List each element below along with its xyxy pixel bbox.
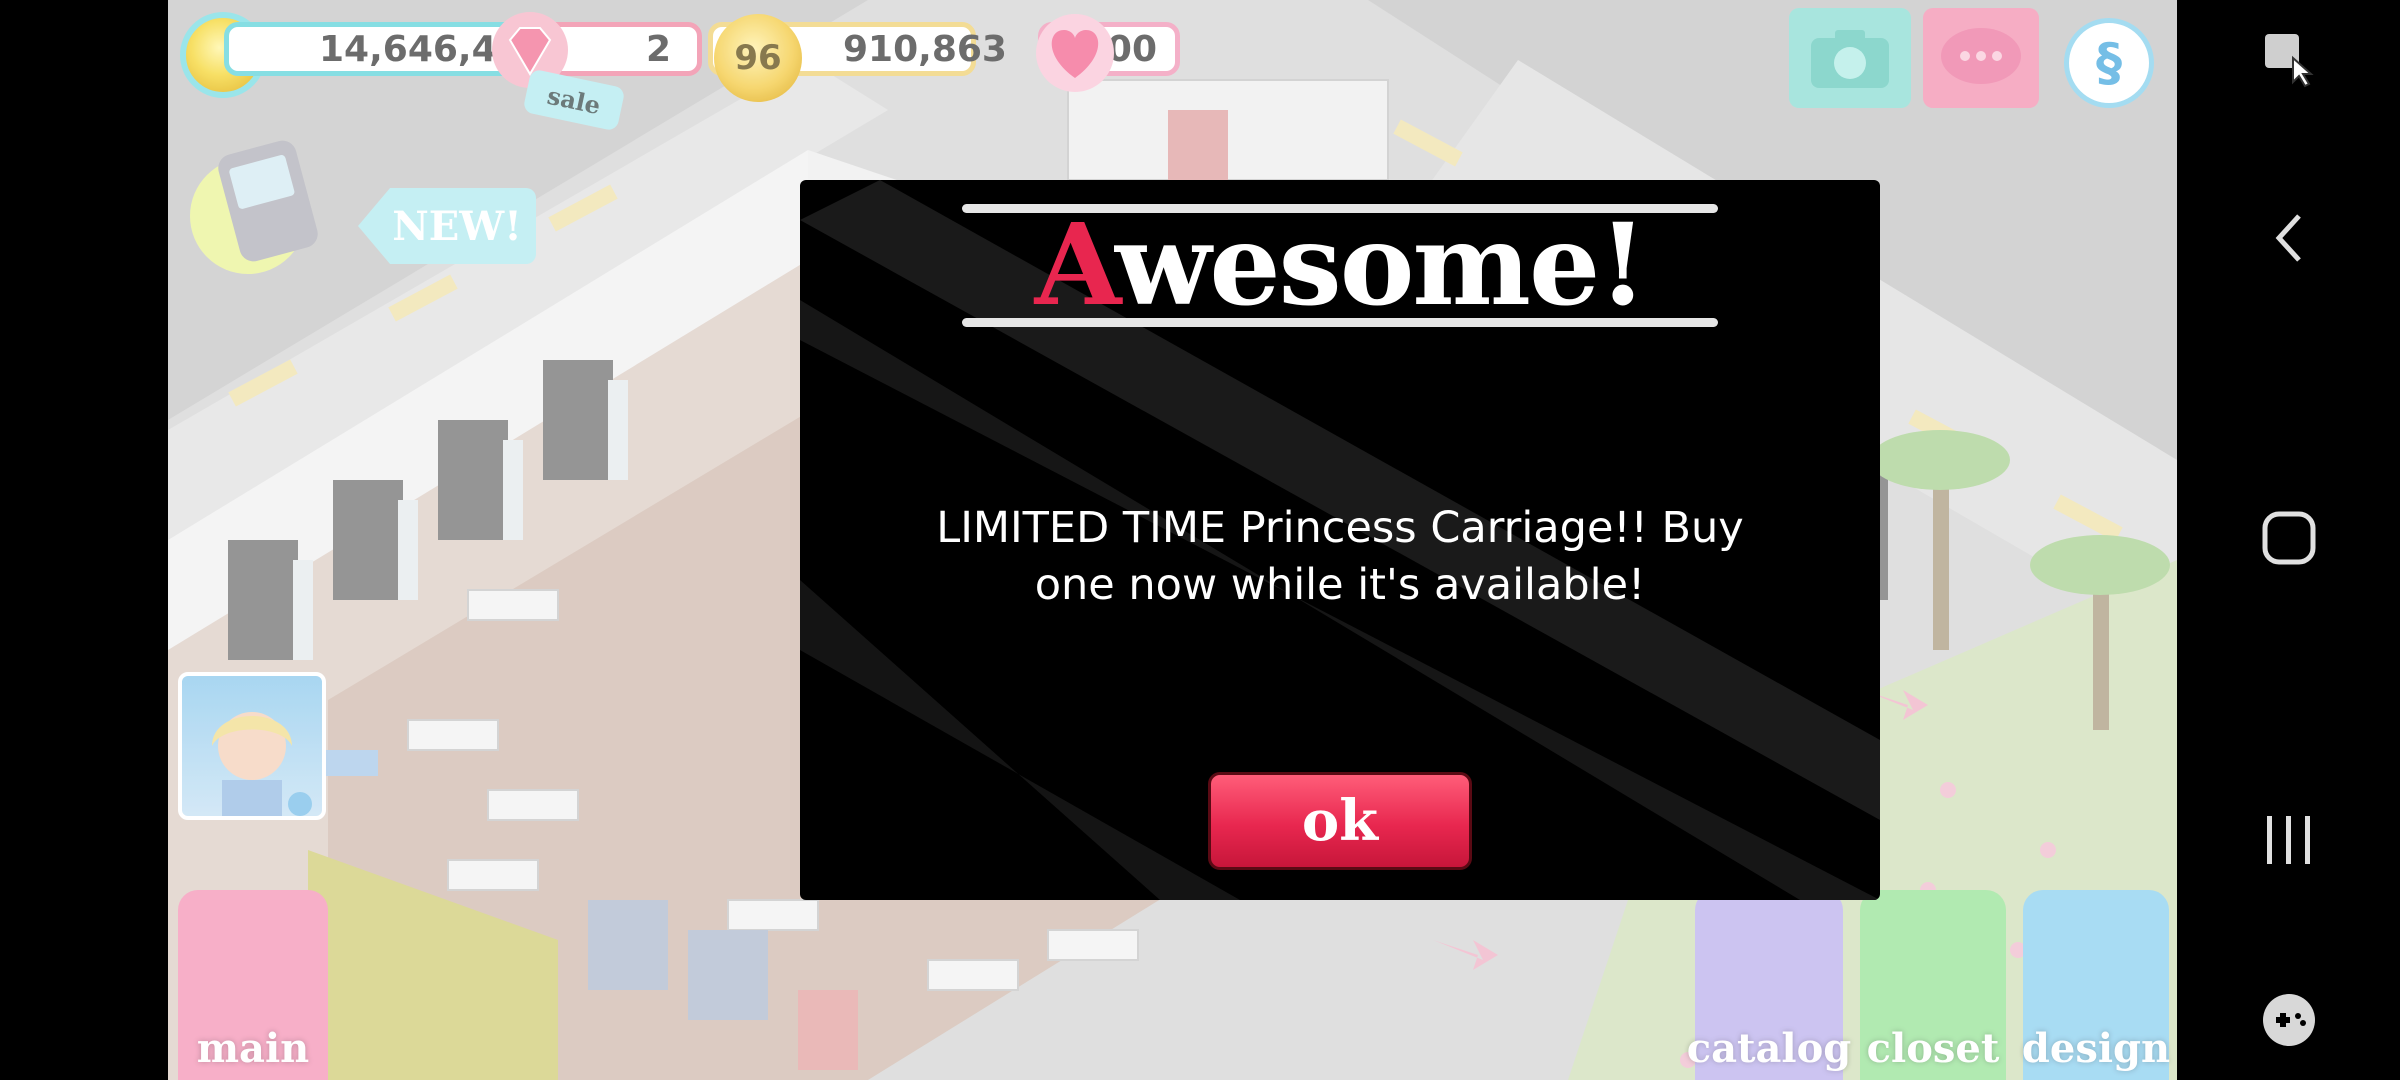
level-star-icon: 96 <box>714 14 802 102</box>
catalog-label: catalog <box>1686 1025 1852 1072</box>
closet-button[interactable]: closet <box>1860 890 2006 1080</box>
ok-button[interactable]: ok <box>1208 772 1472 870</box>
title-rest: wesome! <box>1115 200 1647 331</box>
new-tag[interactable]: NEW! <box>358 188 536 264</box>
system-nav-bar <box>2177 0 2400 1080</box>
catalog-button[interactable]: catalog <box>1687 890 1851 1080</box>
dialog-title: Awesome! <box>800 210 1880 322</box>
screen-capture-icon[interactable] <box>2259 28 2319 88</box>
camera-button[interactable] <box>1789 8 1911 108</box>
avatar-portrait <box>212 712 312 816</box>
game-tools-icon[interactable] <box>2259 990 2319 1050</box>
main-label: main <box>196 1025 310 1072</box>
chat-button[interactable] <box>1923 8 2039 108</box>
level-number: 96 <box>734 38 782 78</box>
gem-count: 2 <box>645 28 671 70</box>
title-bottom-rule <box>962 318 1718 327</box>
recents-icon[interactable] <box>2259 810 2319 870</box>
game-area[interactable]: 14,646,495 2 sale 910,863 96 100 § NEW! … <box>168 0 2177 1080</box>
coin-balance[interactable]: 14,646,495 <box>224 22 547 76</box>
design-label: design <box>2021 1025 2171 1072</box>
xp-count: 910,863 <box>843 28 1007 70</box>
back-icon[interactable] <box>2269 208 2309 268</box>
camera-icon <box>1811 30 1889 88</box>
storm8-s-icon: § <box>2096 33 2122 93</box>
heart-icon <box>1036 14 1114 92</box>
new-label: NEW! <box>392 202 522 250</box>
closet-label: closet <box>1866 1025 2000 1072</box>
dialog-message: LIMITED TIME Princess Carriage!! Buy one… <box>936 503 1744 610</box>
design-button[interactable]: design <box>2021 890 2171 1080</box>
chat-bubble-icon <box>1941 28 2021 84</box>
phone-icon[interactable] <box>178 126 328 276</box>
avatar[interactable] <box>178 672 326 820</box>
ok-label: ok <box>1301 788 1379 854</box>
sale-label: sale <box>544 80 604 120</box>
storm8-button[interactable]: § <box>2064 18 2154 108</box>
promo-dialog: Awesome! LIMITED TIME Princess Carriage!… <box>800 180 1880 900</box>
title-first-letter: A <box>1034 200 1117 331</box>
home-icon[interactable] <box>2259 508 2319 568</box>
main-button[interactable]: main <box>178 890 328 1080</box>
